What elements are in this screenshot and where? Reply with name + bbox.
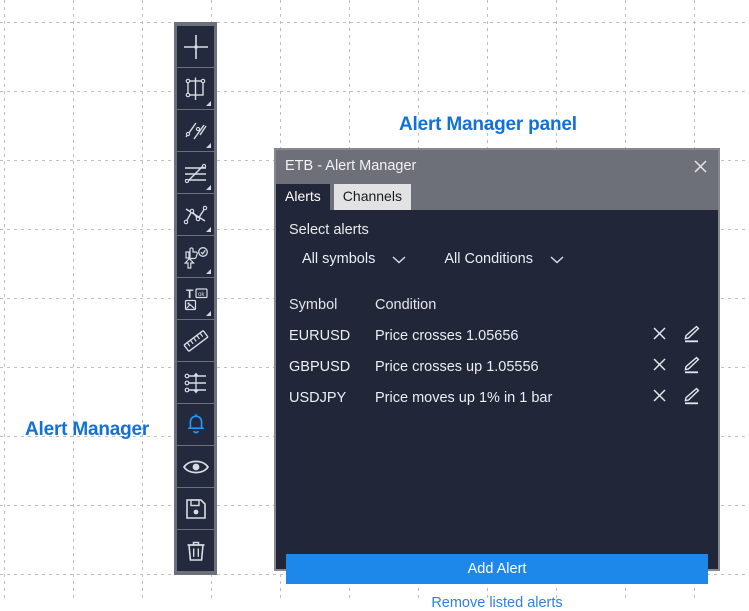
alert-symbol: EURUSD xyxy=(289,327,351,344)
annotation-alert-manager-panel: Alert Manager panel xyxy=(399,114,577,135)
bell-icon xyxy=(183,412,209,438)
parallel-channel-icon xyxy=(183,161,209,185)
close-x-icon xyxy=(652,326,667,345)
tool-button-text-notes[interactable]: T ok xyxy=(177,278,214,319)
close-icon[interactable] xyxy=(688,154,712,178)
alert-condition: Price crosses 1.05656 xyxy=(375,327,519,344)
column-header-symbol: Symbol xyxy=(289,296,338,313)
magnet-levels-icon xyxy=(183,371,209,395)
table-row[interactable]: EURUSD Price crosses 1.05656 xyxy=(289,320,708,351)
crosshair-icon xyxy=(183,34,209,60)
alert-symbol: GBPUSD xyxy=(289,358,351,375)
tool-button-levels[interactable] xyxy=(177,362,214,403)
thumbs-up-arrow-icon xyxy=(182,244,210,270)
tool-expand-corner-icon xyxy=(206,227,211,232)
symbol-filter-value: All symbols xyxy=(302,251,376,267)
frame-selection-icon xyxy=(183,77,209,101)
alerts-table: Symbol Condition EURUSD Price crosses 1.… xyxy=(286,289,708,413)
tool-button-crosshair[interactable] xyxy=(177,26,214,67)
table-row[interactable]: GBPUSD Price crosses up 1.05556 xyxy=(289,351,708,382)
filter-row: All symbols All Conditions xyxy=(286,238,708,267)
panel-body: Select alerts All symbols All Conditions xyxy=(276,210,718,611)
tool-expand-corner-icon xyxy=(206,185,211,190)
tool-button-parallel-channel[interactable] xyxy=(177,152,214,193)
grid-line-vertical xyxy=(142,0,143,600)
alert-condition: Price moves up 1% in 1 bar xyxy=(375,389,553,406)
alert-symbol: USDJPY xyxy=(289,389,347,406)
grid-line-horizontal xyxy=(0,91,749,92)
tool-button-visibility[interactable] xyxy=(177,446,214,487)
pitchfork-icon xyxy=(183,203,209,227)
add-alert-button[interactable]: Add Alert xyxy=(286,554,708,584)
table-header-row: Symbol Condition xyxy=(289,289,708,320)
tool-button-remove[interactable] xyxy=(177,530,214,571)
delete-alert-button[interactable] xyxy=(644,326,674,345)
chevron-down-icon xyxy=(392,255,406,264)
tool-button-save[interactable] xyxy=(177,488,214,529)
close-x-icon xyxy=(652,388,667,407)
select-alerts-label: Select alerts xyxy=(289,222,369,238)
tab-alerts[interactable]: Alerts xyxy=(276,184,330,210)
trash-icon xyxy=(184,539,208,563)
save-disk-icon xyxy=(184,497,208,521)
edit-alert-button[interactable] xyxy=(674,325,708,347)
tool-expand-corner-icon xyxy=(206,269,211,274)
tool-expand-corner-icon xyxy=(206,311,211,316)
symbol-filter-dropdown[interactable]: All symbols xyxy=(302,251,406,267)
condition-filter-value: All Conditions xyxy=(444,251,533,267)
delete-alert-button[interactable] xyxy=(644,357,674,376)
close-x-icon xyxy=(652,357,667,376)
tool-expand-corner-icon xyxy=(206,101,211,106)
panel-title-bar[interactable]: ETB - Alert Manager xyxy=(276,150,718,182)
pencil-edit-icon xyxy=(682,356,700,378)
ruler-icon xyxy=(182,328,210,354)
column-header-condition: Condition xyxy=(375,296,437,313)
svg-text:ok: ok xyxy=(198,292,205,298)
drawing-tools-toolbar: T ok xyxy=(174,22,217,575)
tool-button-measure[interactable] xyxy=(177,320,214,361)
pencil-edit-icon xyxy=(682,325,700,347)
svg-text:T: T xyxy=(186,287,194,301)
text-annotation-icon: T ok xyxy=(182,286,210,312)
chevron-down-icon xyxy=(550,255,564,264)
tool-button-trend-line[interactable] xyxy=(177,110,214,151)
annotation-alert-manager-tool: Alert Manager xyxy=(25,419,150,440)
alert-manager-panel: ETB - Alert Manager Alerts Channels Sele… xyxy=(274,148,720,611)
tool-expand-corner-icon xyxy=(206,143,211,148)
condition-filter-dropdown[interactable]: All Conditions xyxy=(444,251,564,267)
panel-tab-bar: Alerts Channels xyxy=(276,182,718,210)
tool-button-frame-selection[interactable] xyxy=(177,68,214,109)
grid-line-vertical xyxy=(73,0,74,600)
grid-line-horizontal xyxy=(0,22,749,23)
edit-alert-button[interactable] xyxy=(674,387,708,409)
tool-button-pitchfork[interactable] xyxy=(177,194,214,235)
eye-icon xyxy=(182,456,210,478)
trend-line-icon xyxy=(183,119,209,143)
grid-line-vertical xyxy=(4,0,5,600)
panel-title: ETB - Alert Manager xyxy=(285,158,417,174)
edit-alert-button[interactable] xyxy=(674,356,708,378)
pencil-edit-icon xyxy=(682,387,700,409)
alert-condition: Price crosses up 1.05556 xyxy=(375,358,539,375)
tool-button-arrows-shapes[interactable] xyxy=(177,236,214,277)
delete-alert-button[interactable] xyxy=(644,388,674,407)
tool-button-alert-manager[interactable] xyxy=(177,404,214,445)
remove-listed-alerts-link[interactable]: Remove listed alerts xyxy=(276,595,718,611)
table-row[interactable]: USDJPY Price moves up 1% in 1 bar xyxy=(289,382,708,413)
tab-channels[interactable]: Channels xyxy=(333,184,411,210)
